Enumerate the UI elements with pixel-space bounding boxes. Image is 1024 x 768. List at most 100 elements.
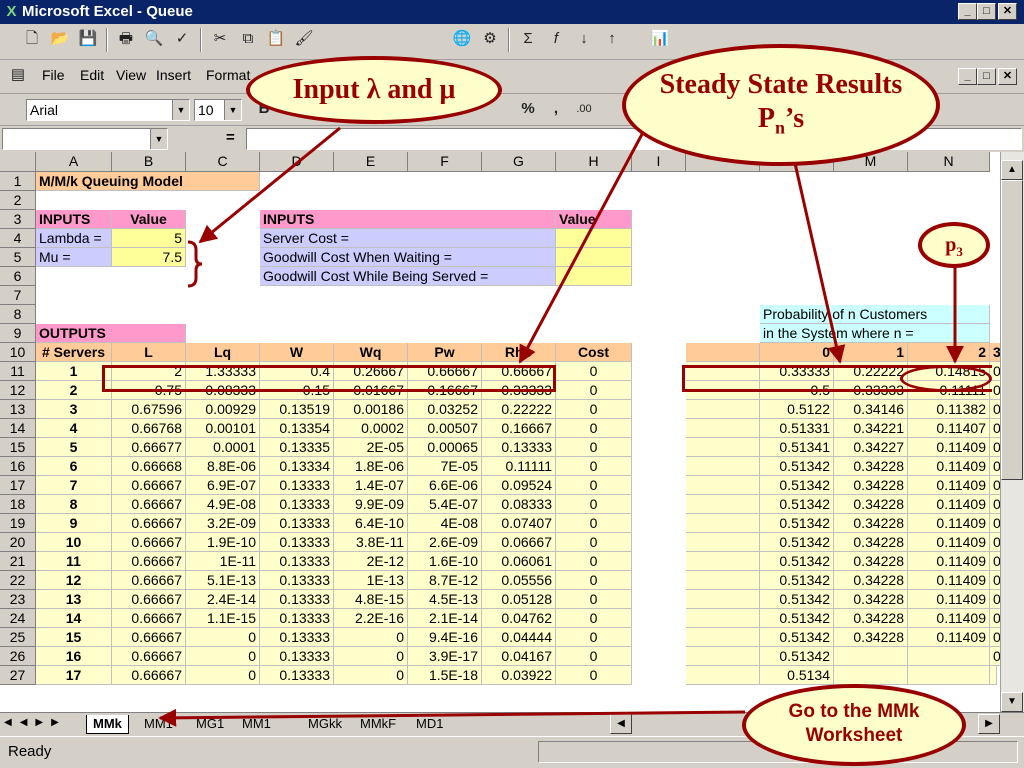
prob-cell[interactable]: 0.02535	[990, 609, 1000, 628]
maximize-button[interactable]: □	[977, 3, 996, 20]
prob-column-header[interactable]: 1	[834, 343, 908, 362]
table-cell[interactable]: 0.66667	[112, 590, 186, 609]
column-header[interactable]: C	[186, 152, 260, 172]
table-cell[interactable]: 5.4E-07	[408, 495, 482, 514]
table-spacer[interactable]	[686, 552, 760, 571]
table-cell[interactable]: 0.13335	[260, 438, 334, 457]
prob-cell[interactable]: 0.51342	[760, 647, 834, 666]
table-cell[interactable]: 0.13333	[260, 590, 334, 609]
table-cell[interactable]: 7E-05	[408, 457, 482, 476]
tab-mgkk[interactable]: MGkk	[304, 715, 346, 733]
row-header[interactable]: 9	[0, 324, 36, 343]
prob-cell[interactable]: 0.51342	[760, 476, 834, 495]
row-header[interactable]: 10	[0, 343, 36, 362]
prob-cell[interactable]: 0.02535	[990, 647, 1000, 666]
table-spacer[interactable]	[686, 476, 760, 495]
table-cell[interactable]: 6.9E-07	[186, 476, 260, 495]
row-header[interactable]: 19	[0, 514, 36, 533]
row-header[interactable]: 7	[0, 286, 36, 305]
table-cell[interactable]: 0	[556, 457, 632, 476]
print-preview-icon[interactable]: 🔍	[142, 28, 166, 50]
server-cost-label[interactable]: Server Cost =	[260, 229, 556, 248]
table-cell[interactable]: 2.1E-14	[408, 609, 482, 628]
table-cell[interactable]: 0.13333	[260, 647, 334, 666]
prob-cell[interactable]: 0.5134	[760, 666, 834, 685]
prob-cell[interactable]: 0.34228	[834, 495, 908, 514]
paste-icon[interactable]: 📋	[264, 28, 288, 50]
output-column-header[interactable]: Wq	[334, 343, 408, 362]
prob-cell[interactable]: 0.34228	[834, 457, 908, 476]
comma-style-icon[interactable]: ,	[544, 98, 568, 120]
hscroll-left-icon[interactable]: ◀	[610, 714, 632, 734]
prob-cell[interactable]: 0.34228	[834, 628, 908, 647]
table-cell[interactable]: 3.9E-17	[408, 647, 482, 666]
table-cell[interactable]: 1	[36, 362, 112, 381]
mu-label[interactable]: Mu =	[36, 248, 112, 267]
row-header[interactable]: 21	[0, 552, 36, 571]
vertical-scrollbar[interactable]: ▲ ▼	[1000, 152, 1024, 712]
prob-column-header[interactable]: 3	[990, 343, 1000, 362]
goodwill-wait-input[interactable]	[556, 248, 632, 267]
table-cell[interactable]: 0.04167	[482, 647, 556, 666]
row-header[interactable]: 24	[0, 609, 36, 628]
model-title[interactable]: M/M/k Queuing Model	[36, 172, 260, 191]
doc-minimize-button[interactable]: _	[958, 68, 977, 85]
table-cell[interactable]: 1.8E-06	[334, 457, 408, 476]
table-cell[interactable]: 0.06061	[482, 552, 556, 571]
value2-label[interactable]: Value	[556, 210, 632, 229]
table-cell[interactable]: 0.03922	[482, 666, 556, 685]
table-cell[interactable]: 4.8E-15	[334, 590, 408, 609]
header-spacer[interactable]	[686, 343, 760, 362]
prob-cell[interactable]: 0.11409	[908, 533, 990, 552]
table-cell[interactable]: 0	[334, 647, 408, 666]
inputs2-label[interactable]: INPUTS	[260, 210, 556, 229]
chevron-down-icon[interactable]: ▼	[172, 100, 189, 120]
output-column-header[interactable]: # Servers	[36, 343, 112, 362]
column-header[interactable]: G	[482, 152, 556, 172]
table-cell[interactable]: 2.4E-14	[186, 590, 260, 609]
table-cell[interactable]: 0.13333	[260, 552, 334, 571]
table-cell[interactable]: 0.00101	[186, 419, 260, 438]
table-cell[interactable]: 0.13333	[260, 666, 334, 685]
lambda-input[interactable]: 5	[112, 229, 186, 248]
table-cell[interactable]: 1.1E-15	[186, 609, 260, 628]
prob-cell[interactable]: 0.34146	[834, 400, 908, 419]
table-cell[interactable]: 0.66667	[112, 495, 186, 514]
table-cell[interactable]: 1E-11	[186, 552, 260, 571]
table-cell[interactable]: 8.8E-06	[186, 457, 260, 476]
chevron-down-icon[interactable]: ▼	[150, 129, 167, 149]
table-cell[interactable]: 0	[556, 476, 632, 495]
table-cell[interactable]: 15	[36, 628, 112, 647]
table-cell[interactable]: 2.6E-09	[408, 533, 482, 552]
table-cell[interactable]: 1.9E-10	[186, 533, 260, 552]
prob-cell[interactable]: 0.11409	[908, 476, 990, 495]
percent-style-icon[interactable]: %	[516, 98, 540, 120]
table-cell[interactable]: 4.9E-08	[186, 495, 260, 514]
prob-cell[interactable]: 0.11407	[908, 419, 990, 438]
row-header[interactable]: 4	[0, 229, 36, 248]
output-column-header[interactable]: Rho	[482, 343, 556, 362]
table-cell[interactable]: 0.00507	[408, 419, 482, 438]
prob-cell[interactable]: 0.11409	[908, 628, 990, 647]
table-cell[interactable]: 4E-08	[408, 514, 482, 533]
row-header[interactable]: 6	[0, 267, 36, 286]
sort-ascending-icon[interactable]: ↓	[572, 28, 596, 50]
mu-input[interactable]: 7.5	[112, 248, 186, 267]
table-cell[interactable]: 0	[186, 628, 260, 647]
column-header[interactable]: H	[556, 152, 632, 172]
table-cell[interactable]: 14	[36, 609, 112, 628]
column-header[interactable]: A	[36, 152, 112, 172]
table-cell[interactable]: 0.13333	[260, 476, 334, 495]
prob-cell[interactable]: 0.51342	[760, 552, 834, 571]
close-button[interactable]: ✕	[998, 3, 1017, 20]
table-cell[interactable]: 0.05128	[482, 590, 556, 609]
table-cell[interactable]: 0.66667	[112, 609, 186, 628]
chevron-down-icon[interactable]: ▼	[224, 100, 241, 120]
prob-cell[interactable]: 0.34228	[834, 476, 908, 495]
table-cell[interactable]: 0.13333	[260, 628, 334, 647]
chart-wizard-icon[interactable]: 📊	[648, 28, 672, 50]
menu-file[interactable]: File	[42, 67, 65, 83]
row-header[interactable]: 1	[0, 172, 36, 191]
prob-cell[interactable]	[834, 647, 908, 666]
table-cell[interactable]: 9	[36, 514, 112, 533]
